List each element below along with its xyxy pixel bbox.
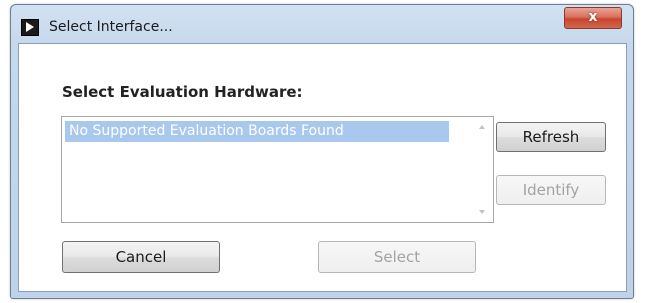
title-bar[interactable]: Select Interface... x <box>11 5 633 43</box>
close-button[interactable]: x <box>564 7 622 29</box>
dialog-window: Select Interface... x Select Evaluation … <box>10 4 634 299</box>
refresh-button[interactable]: Refresh <box>496 122 606 152</box>
hardware-listbox[interactable]: No Supported Evaluation Boards Found <box>61 116 494 223</box>
list-item[interactable]: No Supported Evaluation Boards Found <box>65 121 449 142</box>
scroll-down-arrow-icon[interactable] <box>479 210 485 214</box>
app-play-icon <box>21 19 39 36</box>
dialog-content: Select Evaluation Hardware: No Supported… <box>18 43 627 292</box>
hardware-heading: Select Evaluation Hardware: <box>62 83 303 101</box>
cancel-button[interactable]: Cancel <box>62 241 220 273</box>
list-scrollbar[interactable] <box>473 117 493 222</box>
select-button[interactable]: Select <box>318 241 476 273</box>
scroll-up-arrow-icon[interactable] <box>479 125 485 129</box>
window-title: Select Interface... <box>49 19 173 35</box>
identify-button[interactable]: Identify <box>496 175 606 205</box>
